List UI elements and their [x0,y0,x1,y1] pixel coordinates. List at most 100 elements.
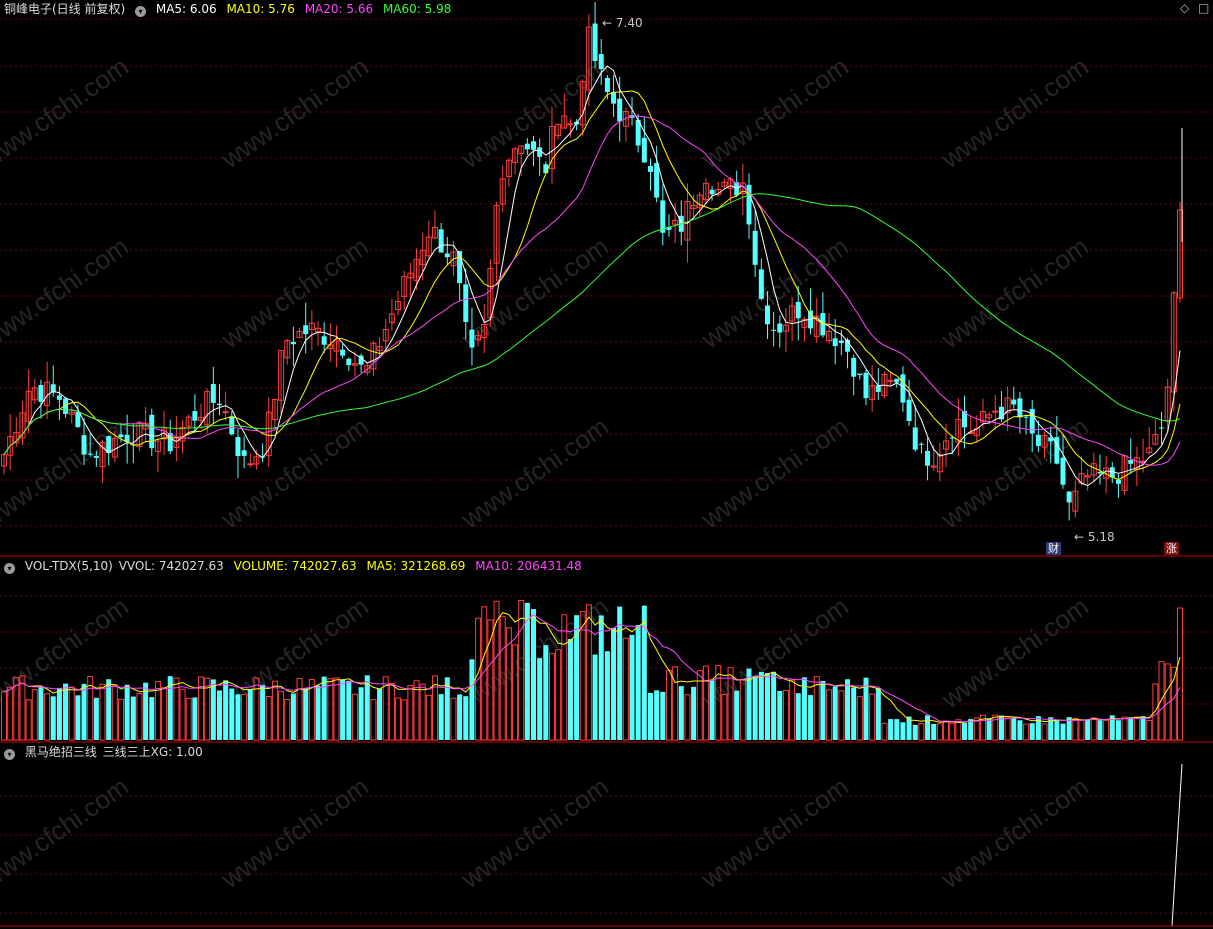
volume-bar [216,690,222,740]
volume-bar [684,694,691,741]
candle-body [617,98,623,122]
volume-bar [278,690,285,741]
volume-bar [1146,719,1153,741]
candle-body [75,411,81,428]
candle-body [567,123,574,126]
volume-bar [1035,716,1041,740]
watermark-layer: www.cfchi.com www.cfchi.com www.cfchi.com w… [0,51,1094,895]
watermark-text: www.cfchi.com [215,231,374,355]
watermark-text: www.cfchi.com [215,411,374,535]
candle-body [918,443,924,445]
volume-bar [672,666,679,741]
volume-bar [419,683,426,741]
watermark-text: www.cfchi.com [935,591,1094,715]
volume-bar [444,677,450,740]
volume-bar [617,606,623,740]
volume-bar [665,669,672,741]
watermark-text: www.cfchi.com [455,231,614,355]
volume-bar [1072,717,1079,741]
candle-body [438,229,444,253]
indicator-name: 黑马绝招三线 [24,745,97,759]
candle-body [1060,457,1066,485]
candle-body [149,414,155,449]
chevron-down-icon[interactable]: ▾ [135,6,147,17]
finance-badge[interactable]: 财 [1046,542,1061,555]
candle-body [1115,479,1121,484]
candle-body [38,385,44,402]
candle-body [192,411,198,421]
volume-bar [660,691,666,740]
chevron-down-icon[interactable]: ▾ [4,749,15,760]
candle-body [604,77,610,92]
volume-bar [1133,716,1140,741]
volume-bar [106,679,112,740]
volume-bar [931,723,937,740]
candle-body [598,54,604,70]
candle-body [241,450,247,456]
chevron-down-icon[interactable]: ▾ [4,563,15,574]
volume-bar [629,634,635,740]
volume-bar [351,693,358,741]
volume-bar [1128,717,1134,740]
volume-bar [229,688,235,740]
watermark-text: www.cfchi.com [0,771,134,895]
candle-body [592,23,598,62]
watermark-text: www.cfchi.com [695,771,854,895]
volume-bar [68,686,75,741]
volume-bar [235,694,241,740]
volume-bar [808,695,814,740]
candle-body [216,403,222,406]
volume-bar [1023,723,1030,741]
watermark-text: www.cfchi.com [935,771,1094,895]
volume-bar [900,722,906,740]
watermark-text: www.cfchi.com [935,51,1094,175]
volume-bar [1121,716,1128,741]
candle-body [81,435,87,455]
volume-bar [223,680,229,740]
volume-bar [1011,718,1017,740]
kline-chart[interactable]: www.cfchi.com www.cfchi.com www.cfchi.com w… [0,0,1213,929]
volume-bar [1158,661,1165,741]
volume-bar [777,690,783,740]
volume-bar [179,688,186,741]
watermark-text: www.cfchi.com [455,411,614,535]
volume-bar [752,676,758,740]
candle-body [303,325,309,335]
candle-body [222,411,229,414]
volume-bar [407,685,414,741]
volume-bar [1097,720,1103,740]
volume-bar [296,677,303,741]
volume-bar [771,671,777,740]
candle-body [247,463,254,466]
volume-bar [1140,716,1146,740]
volume-bar [912,724,918,740]
candle-body [611,91,617,104]
watermark-text: www.cfchi.com [215,771,374,895]
candle-body [925,450,931,466]
volume-bar [925,715,931,740]
volume-bar [1152,683,1159,741]
vvol-label: VVOL: 742027.63 [118,559,224,573]
diamond-icon[interactable]: ◇ [1180,1,1189,15]
candle-body [857,373,863,375]
price-pane-header: 铜峰电子(日线 前复权) ▾ MA5: 6.06 MA10: 5.76 MA20… [4,1,457,17]
volume-bar [820,680,826,740]
volume-ma10-label: MA10: 206431.48 [475,559,582,573]
volume-bar [161,687,168,741]
candle-body [321,336,327,345]
volume-bar [1004,717,1011,741]
candle-body [912,427,918,450]
volume-bar [986,718,992,740]
volume-bar [469,659,475,740]
volume-label: VOLUME: 742027.63 [233,559,357,573]
high-price-label: ← 7.40 [602,16,643,30]
candle-body [832,338,838,347]
candle-body [1097,471,1103,474]
limit-up-badge[interactable]: 涨 [1164,542,1179,555]
volume-bar [1041,723,1048,741]
square-icon[interactable]: □ [1198,1,1209,15]
candle-body [777,323,783,333]
volume-bar [210,679,216,740]
candle-body [1035,434,1041,447]
volume-bar [340,679,346,740]
